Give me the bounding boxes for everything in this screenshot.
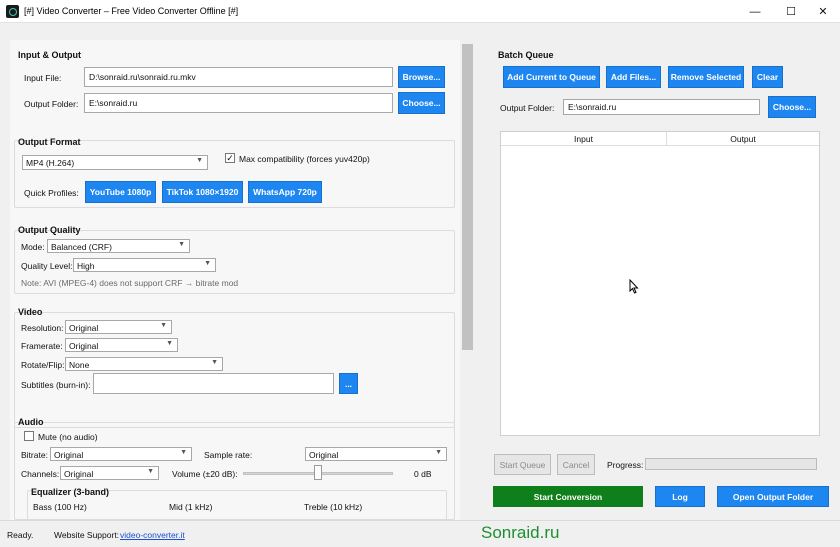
input-output-title: Input & Output bbox=[18, 50, 81, 60]
batch-queue-title: Batch Queue bbox=[498, 50, 554, 60]
choose-output-button[interactable]: Choose... bbox=[398, 92, 445, 114]
chevron-down-icon: ▼ bbox=[204, 260, 211, 267]
chevron-down-icon: ▼ bbox=[178, 241, 185, 248]
chevron-down-icon: ▼ bbox=[160, 322, 167, 329]
resolution-select[interactable]: Original ▼ bbox=[65, 320, 172, 334]
output-folder-field[interactable]: E:\sonraid.ru bbox=[84, 93, 393, 113]
mute-checkbox[interactable] bbox=[24, 431, 34, 441]
batch-choose-button[interactable]: Choose... bbox=[768, 96, 816, 118]
volume-slider-thumb[interactable] bbox=[314, 465, 322, 480]
col-input-header[interactable]: Input bbox=[501, 134, 666, 144]
chevron-down-icon: ▼ bbox=[166, 340, 173, 347]
minimize-button[interactable]: — bbox=[738, 0, 772, 23]
channels-value: Original bbox=[64, 469, 94, 479]
add-files-button[interactable]: Add Files... bbox=[606, 66, 661, 88]
chevron-down-icon: ▼ bbox=[211, 359, 218, 366]
resolution-value: Original bbox=[69, 323, 99, 333]
subtitles-field[interactable] bbox=[93, 373, 334, 394]
quality-note: Note: AVI (MPEG-4) does not support CRF … bbox=[21, 278, 239, 288]
support-link[interactable]: video-converter.it bbox=[120, 530, 185, 540]
profile-youtube-button[interactable]: YouTube 1080p bbox=[85, 181, 156, 203]
audio-title: Audio bbox=[18, 417, 44, 427]
clear-button[interactable]: Clear bbox=[752, 66, 783, 88]
chevron-down-icon: ▼ bbox=[435, 449, 442, 456]
app-icon bbox=[6, 5, 19, 18]
mouse-cursor-icon bbox=[629, 279, 639, 294]
rotate-label: Rotate/Flip: bbox=[21, 360, 65, 370]
format-select-value: MP4 (H.264) bbox=[26, 158, 75, 168]
queue-table-header: Input Output bbox=[501, 132, 819, 146]
batch-output-folder-field[interactable]: E:\sonraid.ru bbox=[563, 99, 760, 115]
channels-label: Channels: bbox=[21, 469, 60, 479]
queue-table[interactable]: Input Output bbox=[500, 131, 820, 436]
video-title: Video bbox=[18, 307, 43, 317]
title-bar: [#] Video Converter – Free Video Convert… bbox=[0, 0, 840, 23]
close-button[interactable]: ✕ bbox=[806, 0, 840, 23]
framerate-select[interactable]: Original ▼ bbox=[65, 338, 178, 352]
eq-mid-label: Mid (1 kHz) bbox=[169, 502, 213, 512]
volume-label: Volume (±20 dB): bbox=[172, 469, 238, 479]
settings-scrollbar[interactable] bbox=[462, 42, 473, 518]
max-compat-label: Max compatibility (forces yuv420p) bbox=[239, 154, 370, 164]
eq-bass-label: Bass (100 Hz) bbox=[33, 502, 87, 512]
bitrate-select[interactable]: Original ▼ bbox=[50, 447, 192, 461]
maximize-button[interactable]: ☐ bbox=[774, 0, 808, 23]
scrollbar-thumb[interactable] bbox=[462, 44, 473, 350]
support-label: Website Support: bbox=[54, 530, 120, 540]
cancel-button[interactable]: Cancel bbox=[557, 454, 595, 475]
bitrate-value: Original bbox=[54, 450, 84, 460]
profile-tiktok-button[interactable]: TikTok 1080×1920 bbox=[162, 181, 243, 203]
progress-label: Progress: bbox=[607, 460, 644, 470]
mode-select-value: Balanced (CRF) bbox=[51, 242, 112, 252]
format-select[interactable]: MP4 (H.264) ▼ bbox=[22, 155, 208, 170]
add-current-button[interactable]: Add Current to Queue bbox=[503, 66, 600, 88]
main-area: Input & Output Input File: D:\sonraid.ru… bbox=[0, 23, 840, 520]
mode-select[interactable]: Balanced (CRF) ▼ bbox=[47, 239, 190, 253]
open-output-folder-button[interactable]: Open Output Folder bbox=[717, 486, 829, 507]
sample-rate-value: Original bbox=[309, 450, 339, 460]
quick-profiles-label: Quick Profiles: bbox=[24, 188, 79, 198]
mode-label: Mode: bbox=[21, 242, 45, 252]
chevron-down-icon: ▼ bbox=[147, 468, 154, 475]
window-title: [#] Video Converter – Free Video Convert… bbox=[24, 6, 239, 16]
rotate-value: None bbox=[69, 360, 90, 370]
output-folder-label: Output Folder: bbox=[24, 99, 79, 109]
bitrate-label: Bitrate: bbox=[21, 450, 48, 460]
status-bar: Ready. Website Support: video-converter.… bbox=[0, 520, 840, 547]
remove-selected-button[interactable]: Remove Selected bbox=[668, 66, 744, 88]
browse-button[interactable]: Browse... bbox=[398, 66, 445, 88]
col-output-header[interactable]: Output bbox=[667, 134, 819, 144]
input-file-field[interactable]: D:\sonraid.ru\sonraid.ru.mkv bbox=[84, 67, 393, 87]
subtitles-browse-button[interactable]: ... bbox=[339, 373, 358, 394]
start-queue-button[interactable]: Start Queue bbox=[494, 454, 551, 475]
max-compat-checkbox[interactable]: ✓ bbox=[225, 153, 235, 163]
quality-level-label: Quality Level: bbox=[21, 261, 73, 271]
eq-treble-label: Treble (10 kHz) bbox=[304, 502, 363, 512]
start-conversion-button[interactable]: Start Conversion bbox=[493, 486, 643, 507]
mute-label: Mute (no audio) bbox=[38, 432, 98, 442]
volume-value: 0 dB bbox=[414, 469, 432, 479]
resolution-label: Resolution: bbox=[21, 323, 64, 333]
quality-level-select[interactable]: High ▼ bbox=[73, 258, 216, 272]
batch-output-folder-label: Output Folder: bbox=[500, 103, 555, 113]
quality-level-value: High bbox=[77, 261, 95, 271]
equalizer-title: Equalizer (3-band) bbox=[31, 487, 110, 497]
sample-rate-select[interactable]: Original ▼ bbox=[305, 447, 447, 461]
channels-select[interactable]: Original ▼ bbox=[60, 466, 159, 480]
subtitles-label: Subtitles (burn-in): bbox=[21, 380, 91, 390]
framerate-value: Original bbox=[69, 341, 99, 351]
status-text: Ready. bbox=[7, 530, 34, 540]
input-file-label: Input File: bbox=[24, 73, 62, 83]
framerate-label: Framerate: bbox=[21, 341, 63, 351]
progress-bar bbox=[645, 458, 817, 470]
chevron-down-icon: ▼ bbox=[196, 157, 203, 164]
output-quality-title: Output Quality bbox=[18, 225, 81, 235]
log-button[interactable]: Log bbox=[655, 486, 705, 507]
output-format-title: Output Format bbox=[18, 137, 81, 147]
chevron-down-icon: ▼ bbox=[180, 449, 187, 456]
profile-whatsapp-button[interactable]: WhatsApp 720p bbox=[248, 181, 322, 203]
rotate-select[interactable]: None ▼ bbox=[65, 357, 223, 371]
watermark: Sonraid.ru bbox=[481, 523, 560, 542]
sample-rate-label: Sample rate: bbox=[204, 450, 253, 460]
